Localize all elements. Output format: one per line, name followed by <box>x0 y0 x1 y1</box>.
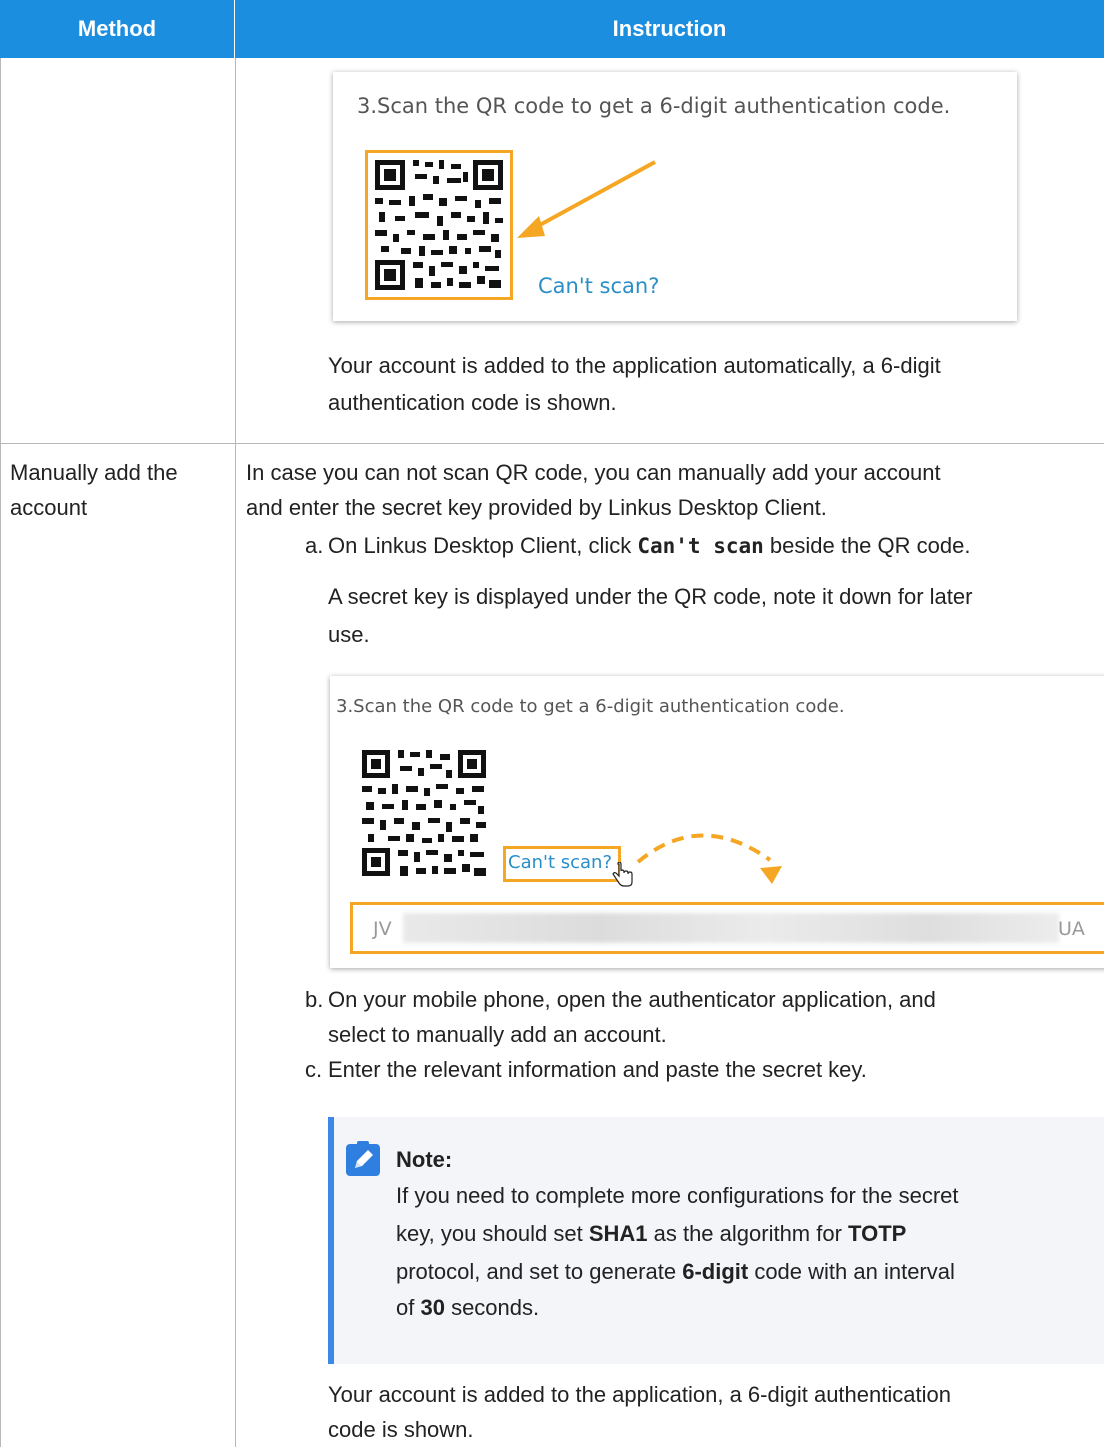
screenshot2-caption: 3.Scan the QR code to get a 6-digit auth… <box>336 696 845 717</box>
note-line3: protocol, and set to generate 6-digit co… <box>396 1255 955 1288</box>
step-a-post: beside the QR code. <box>763 533 971 558</box>
step-b-line2: select to manually add an account. <box>328 1022 667 1047</box>
step-a-detail-line2: use. <box>328 622 370 647</box>
step-c-text: Enter the relevant information and paste… <box>328 1057 867 1082</box>
secret-key-suffix: UA <box>1058 918 1085 940</box>
method-instruction-table: Method Instruction 3.Scan the QR code to… <box>0 0 1104 1447</box>
qr-code-image <box>365 150 513 300</box>
step-b-marker: b. <box>305 987 324 1012</box>
note-text: protocol, and set to generate <box>396 1259 683 1284</box>
row-divider <box>0 443 1104 444</box>
column-divider <box>235 58 236 1447</box>
note-line2: key, you should set SHA1 as the algorith… <box>396 1217 906 1250</box>
note-text: code with an interval <box>748 1259 955 1284</box>
table-left-border <box>0 58 1 1447</box>
step-a-pre: On Linkus Desktop Client, click <box>328 533 638 558</box>
step-b-line1: On your mobile phone, open the authentic… <box>328 987 936 1012</box>
row1-result-line1: Your account is added to the application… <box>328 353 941 378</box>
secret-key-prefix: JV <box>373 918 392 940</box>
row1-result-line2: authentication code is shown. <box>328 390 617 415</box>
note-text: of <box>396 1295 421 1320</box>
note-text: key, you should set <box>396 1221 589 1246</box>
secret-key-field[interactable]: JV UA <box>350 902 1104 954</box>
pencil-note-icon <box>346 1141 380 1176</box>
method-label-line2: account <box>10 495 88 520</box>
note-title: Note: <box>396 1147 453 1172</box>
note-line1: If you need to complete more configurati… <box>396 1183 959 1208</box>
qr-code-image <box>362 750 486 876</box>
step-c-marker: c. <box>305 1057 323 1082</box>
row2-result-line2: code is shown. <box>328 1417 474 1442</box>
intro-line2: and enter the secret key provided by Lin… <box>246 495 827 520</box>
note-text: as the algorithm for <box>647 1221 849 1246</box>
thirty-term: 30 <box>420 1295 445 1320</box>
method-label-line1: Manually add the <box>10 460 178 485</box>
method-column-header: Method <box>0 0 235 58</box>
step-a-text: On Linkus Desktop Client, click Can't sc… <box>328 529 970 563</box>
screenshot-caption: 3.Scan the QR code to get a 6-digit auth… <box>357 94 951 118</box>
note-line4: of 30 seconds. <box>396 1291 539 1324</box>
dashed-arrow-icon <box>636 833 782 884</box>
row2-result-line1: Your account is added to the application… <box>328 1382 951 1407</box>
totp-term: TOTP <box>848 1221 907 1246</box>
qr-screenshot-1: 3.Scan the QR code to get a 6-digit auth… <box>333 72 1017 321</box>
cant-scan-link[interactable]: Can't scan? <box>538 274 659 298</box>
intro-line1: In case you can not scan QR code, you ca… <box>246 460 941 485</box>
arrow-pointer-icon <box>517 160 656 238</box>
secret-key-blurred <box>403 913 1059 943</box>
sha1-term: SHA1 <box>588 1221 648 1246</box>
cant-scan-link[interactable]: Can't scan? <box>508 852 612 873</box>
qr-screenshot-2: 3.Scan the QR code to get a 6-digit auth… <box>330 676 1104 968</box>
instruction-column-header: Instruction <box>235 0 1104 58</box>
note-text: seconds. <box>444 1295 540 1320</box>
step-a-detail-line1: A secret key is displayed under the QR c… <box>328 584 973 609</box>
six-digit-term: 6-digit <box>682 1259 749 1284</box>
step-a-marker: a. <box>305 533 324 558</box>
note-box: Note: If you need to complete more confi… <box>328 1117 1104 1364</box>
cant-scan-code: Can't scan <box>637 534 764 558</box>
